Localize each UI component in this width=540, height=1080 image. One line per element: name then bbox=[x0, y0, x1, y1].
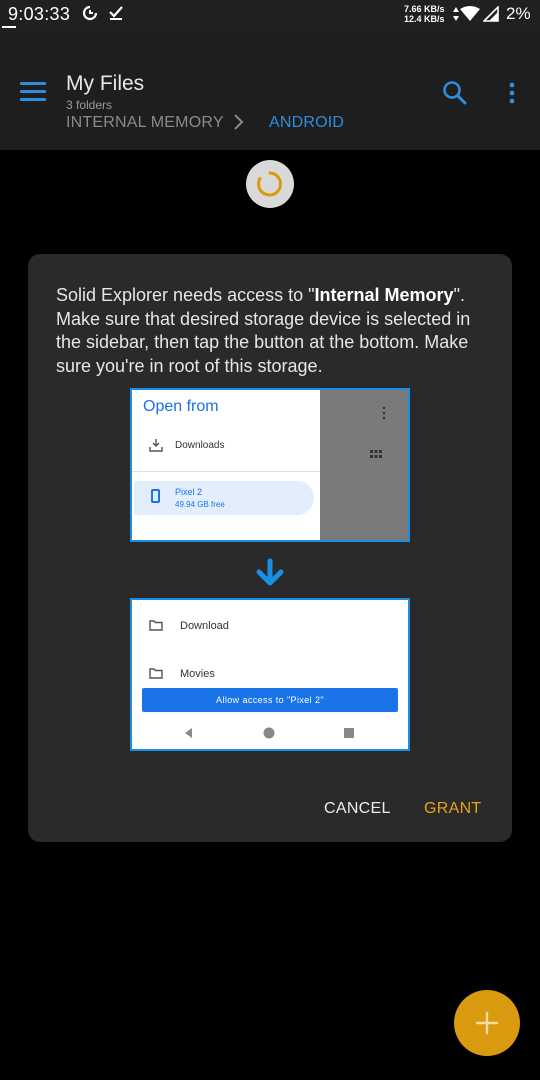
dialog-message-start: Solid Explorer needs access to " bbox=[56, 285, 315, 305]
spinner-arc-icon bbox=[257, 171, 283, 197]
chevron-right-icon bbox=[234, 114, 244, 130]
cancel-button[interactable]: CANCEL bbox=[324, 800, 391, 818]
plus-icon bbox=[475, 1011, 499, 1035]
status-time: 9:03:33 bbox=[8, 4, 71, 24]
phone-icon bbox=[151, 489, 160, 503]
illustration-open-from-title: Open from bbox=[143, 398, 219, 415]
dialog-message: Solid Explorer needs access to "Internal… bbox=[56, 284, 492, 378]
permission-dialog: Solid Explorer needs access to "Internal… bbox=[28, 254, 512, 842]
illustration-divider bbox=[132, 471, 320, 472]
nav-recents-icon bbox=[344, 728, 354, 738]
search-icon[interactable] bbox=[440, 78, 470, 108]
grid-view-icon bbox=[370, 450, 382, 458]
wifi-icon bbox=[460, 6, 480, 21]
loading-spinner bbox=[246, 160, 294, 208]
illustration-allow-access: Download Movies Allow access to "Pixel 2… bbox=[130, 598, 410, 751]
folder-count: 3 folders bbox=[66, 98, 113, 112]
illustration-open-from: Open from Downloads Pixel 2 49.94 GB fre… bbox=[130, 388, 410, 542]
illustration-folder-movies: Movies bbox=[180, 668, 215, 680]
illustration-downloads: Downloads bbox=[175, 440, 225, 451]
menu-icon[interactable] bbox=[20, 82, 46, 102]
data-arrows-icon bbox=[453, 7, 459, 21]
illustration-device-name: Pixel 2 bbox=[175, 487, 203, 497]
illustration-sidebar: Open from Downloads Pixel 2 49.94 GB fre… bbox=[132, 390, 320, 540]
illustration-folder-download: Download bbox=[180, 620, 229, 632]
folder-icon bbox=[149, 620, 163, 631]
arrow-down-icon bbox=[256, 558, 284, 586]
network-down: 7.66 KB/s bbox=[404, 4, 445, 14]
folder-icon bbox=[149, 668, 163, 679]
download-icon bbox=[149, 439, 163, 452]
status-bar: 9:03:33 7.66 KB/s 12.4 KB/s 2% bbox=[0, 0, 540, 30]
nav-back-icon bbox=[185, 728, 192, 738]
grant-button[interactable]: GRANT bbox=[424, 800, 482, 818]
network-speed: 7.66 KB/s 12.4 KB/s bbox=[404, 4, 445, 24]
signal-icon bbox=[483, 6, 499, 22]
sync-icon bbox=[82, 5, 98, 21]
illustration-device-free: 49.94 GB free bbox=[175, 500, 225, 509]
breadcrumb-android[interactable]: ANDROID bbox=[269, 114, 344, 132]
app-title: My Files bbox=[66, 72, 145, 95]
network-up: 12.4 KB/s bbox=[404, 14, 445, 24]
illustration-dimmed-panel bbox=[320, 390, 408, 540]
nav-home-icon bbox=[263, 727, 275, 739]
illustration-allow-button: Allow access to "Pixel 2" bbox=[142, 688, 398, 712]
more-vert-icon[interactable] bbox=[500, 78, 524, 108]
status-underline bbox=[2, 26, 16, 28]
check-icon bbox=[109, 6, 123, 20]
illustration-nav-bar bbox=[185, 727, 354, 739]
more-vert-icon bbox=[382, 406, 386, 420]
battery-level: 2% bbox=[506, 4, 531, 23]
app-bar: My Files 3 folders INTERNAL MEMORY ANDRO… bbox=[0, 30, 540, 150]
add-fab-button[interactable] bbox=[454, 990, 520, 1056]
dialog-message-storage-name: Internal Memory bbox=[314, 285, 454, 305]
illustration-selected-device bbox=[134, 481, 314, 515]
breadcrumb-internal-memory[interactable]: INTERNAL MEMORY bbox=[66, 114, 224, 132]
